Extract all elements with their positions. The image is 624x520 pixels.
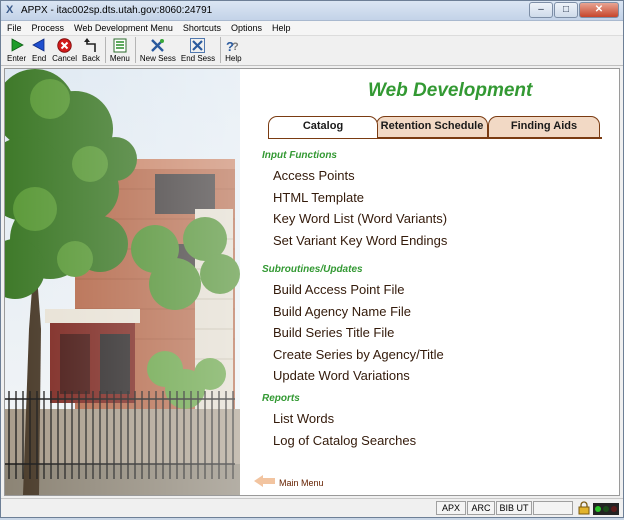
status-apx: APX xyxy=(436,501,466,515)
app-window: X APPX - itac002sp.dts.utah.gov:8060:247… xyxy=(0,0,624,518)
end-label: End xyxy=(32,54,47,63)
page-title: Web Development xyxy=(368,80,533,101)
end-button[interactable]: End xyxy=(29,36,49,65)
new-session-button[interactable]: New Sess xyxy=(138,36,178,65)
status-bar: APX ARC BIB UT xyxy=(1,498,623,517)
appx-logo-icon: X xyxy=(6,4,14,16)
menu-bar: File Process Web Development Menu Shortc… xyxy=(1,21,623,36)
window-title: APPX - itac002sp.dts.utah.gov:8060:24791 xyxy=(21,5,213,16)
help-label: Help xyxy=(225,54,242,63)
menu-item-create-series-by-agency[interactable]: Create Series by Agency/Title xyxy=(273,347,444,362)
tab-retention-schedule[interactable]: Retention Schedule xyxy=(376,116,488,137)
building-photo xyxy=(5,69,240,495)
cancel-icon xyxy=(57,37,73,53)
cancel-label: Cancel xyxy=(52,54,78,63)
back-label: Back xyxy=(82,54,100,63)
menu-process[interactable]: Process xyxy=(32,23,65,33)
section-reports: Reports xyxy=(262,393,300,404)
menu-item-html-template[interactable]: HTML Template xyxy=(273,190,364,205)
status-bib-ut: BIB UT xyxy=(496,501,532,515)
toolbar-separator xyxy=(104,37,106,63)
menu-item-build-access-point-file[interactable]: Build Access Point File xyxy=(273,282,405,297)
new-session-icon xyxy=(150,37,166,53)
end-session-label: End Sess xyxy=(180,54,216,63)
end-session-icon xyxy=(190,37,206,53)
web-development-panel: Web Development Catalog Retention Schedu… xyxy=(240,69,619,495)
back-button[interactable]: Back xyxy=(80,36,102,65)
menu-file[interactable]: File xyxy=(7,23,22,33)
svg-text:?: ? xyxy=(232,41,239,53)
menu-item-key-word-list[interactable]: Key Word List (Word Variants) xyxy=(273,211,447,226)
enter-button[interactable]: Enter xyxy=(5,36,28,65)
back-arrow-icon xyxy=(31,37,47,53)
section-input-functions: Input Functions xyxy=(262,150,337,161)
connection-status-icon xyxy=(593,502,619,520)
enter-label: Enter xyxy=(7,54,27,63)
menu-button[interactable]: Menu xyxy=(108,36,132,65)
maximize-button[interactable]: □ xyxy=(554,2,578,18)
end-session-button[interactable]: End Sess xyxy=(179,36,217,65)
help-icon: ?? xyxy=(225,37,241,53)
title-bar[interactable]: X APPX - itac002sp.dts.utah.gov:8060:247… xyxy=(1,1,623,21)
toolbar-separator xyxy=(134,37,136,63)
menu-shortcuts[interactable]: Shortcuts xyxy=(183,23,221,33)
menu-item-set-variant-endings[interactable]: Set Variant Key Word Endings xyxy=(273,233,447,248)
tab-bar: Catalog Retention Schedule Finding Aids xyxy=(268,116,608,139)
menu-item-update-word-variations[interactable]: Update Word Variations xyxy=(273,368,410,383)
tab-catalog[interactable]: Catalog xyxy=(268,116,378,138)
play-icon xyxy=(9,37,25,53)
toolbar-separator xyxy=(220,37,222,63)
menu-item-list-words[interactable]: List Words xyxy=(273,411,334,426)
close-button[interactable]: ✕ xyxy=(579,2,619,18)
status-blank xyxy=(533,501,573,515)
main-content: Web Development Catalog Retention Schedu… xyxy=(4,68,620,496)
help-button[interactable]: ?? Help xyxy=(223,36,243,65)
menu-help[interactable]: Help xyxy=(272,23,291,33)
section-subroutines-updates: Subroutines/Updates xyxy=(262,264,363,275)
cancel-button[interactable]: Cancel xyxy=(50,36,79,65)
menu-label: Menu xyxy=(109,54,130,63)
menu-item-build-agency-name-file[interactable]: Build Agency Name File xyxy=(273,304,411,319)
main-menu-link[interactable]: Main Menu xyxy=(254,474,324,492)
menu-item-build-series-title-file[interactable]: Build Series Title File xyxy=(273,325,394,340)
toolbar: Enter End Cancel Back Menu New Sess End … xyxy=(1,36,623,66)
status-arc: ARC xyxy=(467,501,495,515)
menu-icon xyxy=(112,37,128,53)
tab-finding-aids[interactable]: Finding Aids xyxy=(488,116,600,137)
menu-options[interactable]: Options xyxy=(231,23,262,33)
menu-item-log-catalog-searches[interactable]: Log of Catalog Searches xyxy=(273,433,416,448)
new-session-label: New Sess xyxy=(139,54,176,63)
menu-web-development[interactable]: Web Development Menu xyxy=(74,23,173,33)
minimize-button[interactable]: – xyxy=(529,2,553,18)
left-arrow-icon xyxy=(254,474,276,492)
back-step-icon xyxy=(83,37,99,53)
menu-item-access-points[interactable]: Access Points xyxy=(273,168,355,183)
main-menu-label: Main Menu xyxy=(279,478,324,488)
lock-icon xyxy=(577,501,591,520)
